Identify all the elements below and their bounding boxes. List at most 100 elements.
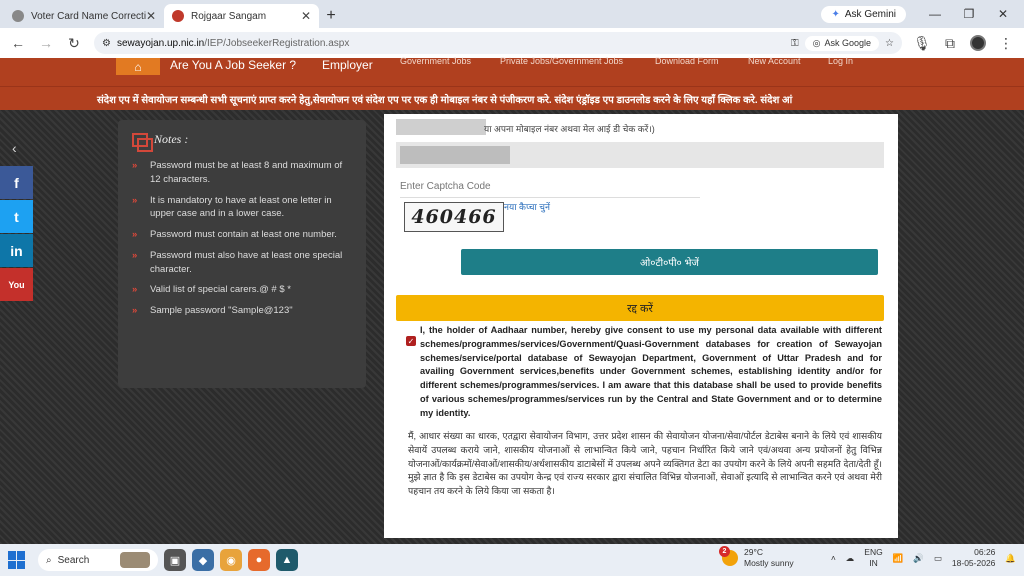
bullet-icon: » [132,160,138,171]
linkedin-icon[interactable]: in [0,234,33,267]
tab-rojgaar-sangam[interactable]: Rojgaar Sangam ✕ [164,4,319,28]
note-item: » Password must also have at least one sp… [132,249,352,277]
windows-start-icon[interactable] [8,551,26,569]
announcement-marquee[interactable]: संदेश एप में सेवायोजन सम्बन्धी सभी सूचना… [0,86,1024,110]
nav-government-jobs[interactable]: Government Jobs [400,56,471,66]
bookmark-star-icon[interactable]: ☆ [885,38,894,49]
taskbar-search[interactable]: ⌕ Search [38,549,158,571]
bullet-icon: » [132,284,138,296]
new-tab-button[interactable]: + [319,4,343,28]
browser-tab-bar: Voter Card Name Correction ✕ Rojgaar San… [0,0,1024,28]
nav-new-account[interactable]: New Account [748,56,801,66]
weather-widget[interactable]: 2 29°C Mostly sunny [719,546,794,569]
note-text: Password must be at least 8 and maximum … [150,160,343,185]
profile-avatar[interactable] [966,31,990,55]
task-view-icon[interactable]: ▣ [164,549,186,571]
note-text: Sample password "Sample@123" [150,305,293,317]
consent-text-hindi: मैं, आधार संख्या का धारक, एतद्वारा सेवाय… [408,431,882,497]
password-key-icon[interactable]: ⚿ [791,38,799,49]
google-lens-icon: ◎ [812,37,821,48]
notification-bell-icon[interactable]: 🔔 [1005,553,1016,564]
sun-icon: 2 [719,546,738,567]
note-text: It is mandatory to have at least one let… [150,194,332,220]
close-tab-icon[interactable]: ✕ [146,9,156,23]
globe-icon [12,10,24,22]
chevron-left-icon[interactable]: ‹ [12,140,17,156]
app-icon[interactable]: ◆ [192,549,214,571]
close-window-button[interactable]: ✕ [988,7,1018,21]
system-tray: ˄ ☁ ENG IN 📶 🔊 ▭ 06:26 18-05-2026 🔔 [831,547,1016,569]
nav-private-jobs[interactable]: Private Jobs/Government Jobs [500,56,623,66]
mobile-email-hint: या अपना मोबाइल नंबर अथवा मेल आई डी चेक क… [484,124,655,134]
note-item: » Sample password "Sample@123" [132,304,352,318]
bullet-icon: » [132,194,138,206]
minimize-button[interactable]: — [920,7,950,21]
youtube-icon[interactable]: You [0,268,33,301]
redacted-value [400,146,510,164]
nav-log-in[interactable]: Log In [828,56,853,66]
extensions-icon[interactable]: ⧉ [938,31,962,55]
wifi-icon[interactable]: 📶 [893,553,904,564]
chevron-up-icon[interactable]: ˄ [831,553,836,563]
tab-voter-card[interactable]: Voter Card Name Correction ✕ [4,4,164,28]
clock[interactable]: 06:26 18-05-2026 [952,547,995,569]
battery-icon[interactable]: ▭ [934,553,942,564]
gemini-star-icon: ✦ [831,8,840,20]
bullet-icon: » [132,249,138,261]
twitter-icon[interactable]: t [0,200,33,233]
note-text: Password must contain at least one numbe… [150,229,337,241]
close-tab-icon[interactable]: ✕ [301,9,311,23]
note-text: Password must also have at least one spe… [150,249,343,275]
ask-gemini-button[interactable]: ✦ Ask Gemini [821,5,906,23]
language-indicator[interactable]: ENG IN [864,547,882,569]
volume-icon[interactable]: 🔊 [913,553,924,564]
captcha-image: 460466 [404,202,504,232]
date: 18-05-2026 [951,558,996,569]
microphone-icon[interactable]: 🎙 [910,31,934,55]
captcha-input[interactable] [400,176,700,198]
send-otp-button[interactable]: ओ०टी०पी० भेजें [461,249,878,275]
note-item: » Password must contain at least one numb… [132,228,352,242]
site-info-icon[interactable]: ⚙ [102,38,111,49]
address-bar[interactable]: ⚙ sewayojan.up.nic.in/IEP/JobseekerRegis… [94,32,902,54]
app-icon[interactable]: ▲ [276,549,298,571]
note-item: » Password must be at least 8 and maximum… [132,159,352,187]
nav-job-seeker[interactable]: Are You A Job Seeker ? [170,58,296,72]
time: 06:26 [974,547,996,557]
site-nav: ⌂ Are You A Job Seeker ? Employer Govern… [0,56,1024,86]
weather-condition: Mostly sunny [744,558,794,569]
ask-google-button[interactable]: ◎ Ask Google [804,35,880,51]
cloud-icon[interactable]: ☁ [846,553,855,564]
redacted-text [396,119,486,135]
new-captcha-link[interactable]: नया कैप्चा चुनें [504,200,550,213]
reload-icon[interactable]: ↻ [62,31,86,55]
nav-employer[interactable]: Employer [322,58,373,72]
search-label: Search [57,554,90,566]
forward-icon[interactable]: → [34,31,58,55]
bullet-icon: » [132,305,138,317]
menu-dots-icon[interactable]: ⋮ [994,31,1018,55]
ask-google-label: Ask Google [824,38,872,48]
notes-title: Notes : [154,132,189,146]
url-host: sewayojan.up.nic.in [116,37,205,49]
nav-download-form[interactable]: Download Form [655,56,719,66]
cancel-button[interactable]: रद्द करें [396,295,884,321]
notes-icon [132,132,153,152]
notes-header: Notes : [132,132,352,152]
registration-form: या अपना मोबाइल नंबर अथवा मेल आई डी चेक क… [384,114,898,538]
region-code: IN [869,558,878,569]
chrome-icon[interactable]: ◉ [220,549,242,571]
lang-code: ENG [864,547,883,557]
ask-gemini-label: Ask Gemini [844,8,896,20]
facebook-icon[interactable]: f [0,166,33,199]
windows-taskbar: ⌕ Search ▣ ◆ ◉ ● ▲ 2 29°C Mostly sunny ˄ … [0,544,1024,576]
firefox-icon[interactable]: ● [248,549,270,571]
back-icon[interactable]: ← [6,31,30,55]
notes-panel: Notes : » Password must be at least 8 and… [118,120,366,388]
window-controls: ✦ Ask Gemini — ❐ ✕ [821,0,1024,28]
consent-checkbox[interactable]: ✓ [406,336,416,346]
home-icon[interactable]: ⌂ [116,58,160,75]
maximize-button[interactable]: ❐ [954,7,984,21]
consent-text-english: I, the holder of Aadhaar number, hereby … [420,325,882,418]
note-text: Valid list of special carers.@ # $ * [150,284,291,296]
